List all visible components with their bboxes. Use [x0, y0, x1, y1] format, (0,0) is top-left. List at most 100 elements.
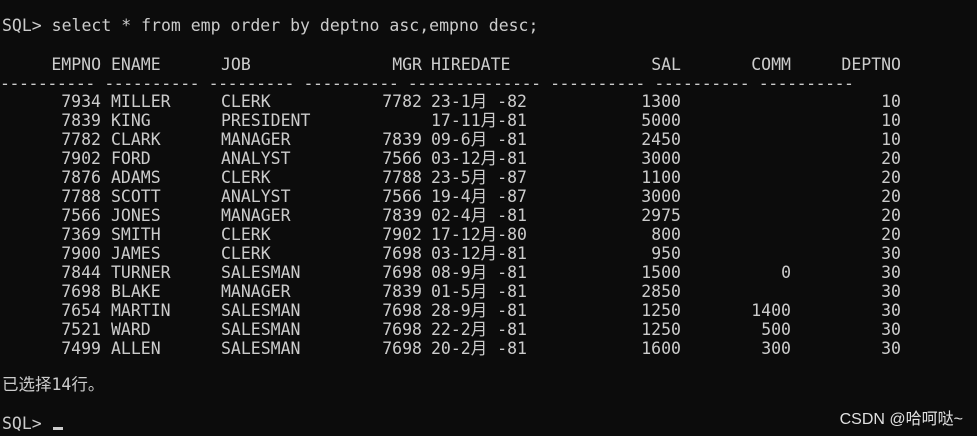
table-row: 7844 TURNER SALESMAN 7698 08-9月 -81 1500 0 30 — [0, 263, 977, 282]
table-row: 7782 CLARK MANAGER 7839 09-6月 -81 2450 10 — [0, 130, 977, 149]
cell-deptno: 20 — [881, 206, 901, 225]
header-empno: EMPNO — [51, 55, 101, 74]
cell-deptno: 20 — [881, 187, 901, 206]
cell-mgr: 7698 — [382, 301, 422, 320]
cell-comm: 500 — [761, 320, 791, 339]
cell-empno: 7698 — [61, 282, 101, 301]
cell-deptno: 30 — [881, 282, 901, 301]
cell-ename: KING — [111, 111, 151, 130]
sql-prompt[interactable]: SQL> — [2, 414, 63, 433]
header-comm: COMM — [751, 55, 791, 74]
cell-ename: MARTIN — [111, 301, 171, 320]
cell-hiredate: 01-5月 -81 — [431, 282, 527, 301]
cell-job: MANAGER — [221, 282, 291, 301]
cell-sal: 5000 — [641, 111, 681, 130]
table-row: 7788 SCOTT ANALYST 7566 19-4月 -87 3000 20 — [0, 187, 977, 206]
cell-empno: 7902 — [61, 149, 101, 168]
cell-mgr: 7788 — [382, 168, 422, 187]
cell-ename: WARD — [111, 320, 151, 339]
cell-job: CLERK — [221, 225, 271, 244]
cell-empno: 7499 — [61, 339, 101, 358]
cell-empno: 7934 — [61, 92, 101, 111]
cell-deptno: 20 — [881, 225, 901, 244]
cell-job: CLERK — [221, 92, 271, 111]
cell-job: SALESMAN — [221, 301, 301, 320]
cell-hiredate: 02-4月 -81 — [431, 206, 527, 225]
cell-sal: 1500 — [641, 263, 681, 282]
cell-sal: 2975 — [641, 206, 681, 225]
cell-job: CLERK — [221, 244, 271, 263]
cell-empno: 7369 — [61, 225, 101, 244]
table-row: 7698 BLAKE MANAGER 7839 01-5月 -81 2850 30 — [0, 282, 977, 301]
cell-ename: CLARK — [111, 130, 161, 149]
cell-deptno: 30 — [881, 263, 901, 282]
header-hiredate: HIREDATE — [431, 55, 511, 74]
cell-deptno: 20 — [881, 168, 901, 187]
cell-deptno: 10 — [881, 111, 901, 130]
table-row: 7369 SMITH CLERK 7902 17-12月-80 800 20 — [0, 225, 977, 244]
cell-comm: 300 — [761, 339, 791, 358]
header-ename: ENAME — [111, 55, 161, 74]
cell-hiredate: 17-11月-81 — [431, 111, 527, 130]
header-sal: SAL — [651, 55, 681, 74]
column-separator: ---------- ---------- --------- --------… — [0, 74, 854, 93]
cell-empno: 7844 — [61, 263, 101, 282]
cell-job: MANAGER — [221, 206, 291, 225]
command-line: SQL> select * from emp order by deptno a… — [2, 16, 539, 35]
cell-mgr: 7698 — [382, 263, 422, 282]
cell-sal: 3000 — [641, 149, 681, 168]
cell-sal: 2450 — [641, 130, 681, 149]
cell-job: SALESMAN — [221, 339, 301, 358]
cell-mgr: 7698 — [382, 320, 422, 339]
cell-ename: BLAKE — [111, 282, 161, 301]
cell-mgr: 7782 — [382, 92, 422, 111]
cell-job: CLERK — [221, 168, 271, 187]
cell-empno: 7788 — [61, 187, 101, 206]
cell-hiredate: 23-1月 -82 — [431, 92, 527, 111]
cell-hiredate: 03-12月-81 — [431, 244, 527, 263]
cell-job: SALESMAN — [221, 263, 301, 282]
cell-ename: SCOTT — [111, 187, 161, 206]
table-row: 7654 MARTIN SALESMAN 7698 28-9月 -81 1250 1400 3… — [0, 301, 977, 320]
cell-ename: MILLER — [111, 92, 171, 111]
table-row: 7902 FORD ANALYST 7566 03-12月-81 3000 20 — [0, 149, 977, 168]
cell-hiredate: 22-2月 -81 — [431, 320, 527, 339]
cell-sal: 1300 — [641, 92, 681, 111]
cell-job: MANAGER — [221, 130, 291, 149]
cell-job: ANALYST — [221, 187, 291, 206]
cell-ename: ALLEN — [111, 339, 161, 358]
cell-deptno: 30 — [881, 339, 901, 358]
cell-mgr: 7839 — [382, 206, 422, 225]
cell-ename: SMITH — [111, 225, 161, 244]
cell-mgr: 7902 — [382, 225, 422, 244]
cell-sal: 1250 — [641, 320, 681, 339]
cell-hiredate: 23-5月 -87 — [431, 168, 527, 187]
table-row: 7876 ADAMS CLERK 7788 23-5月 -87 1100 20 — [0, 168, 977, 187]
header-mgr: MGR — [392, 55, 422, 74]
cell-ename: ADAMS — [111, 168, 161, 187]
cell-hiredate: 09-6月 -81 — [431, 130, 527, 149]
cell-ename: TURNER — [111, 263, 171, 282]
cell-sal: 800 — [651, 225, 681, 244]
text-cursor — [52, 427, 63, 430]
cell-comm: 1400 — [751, 301, 791, 320]
cell-mgr: 7698 — [382, 244, 422, 263]
cell-empno: 7782 — [61, 130, 101, 149]
cell-hiredate: 20-2月 -81 — [431, 339, 527, 358]
terminal-window[interactable]: SQL> select * from emp order by deptno a… — [0, 0, 977, 436]
table-row: 7900 JAMES CLERK 7698 03-12月-81 950 30 — [0, 244, 977, 263]
cell-empno: 7839 — [61, 111, 101, 130]
cell-job: ANALYST — [221, 149, 291, 168]
cell-ename: JAMES — [111, 244, 161, 263]
table-row: 7521 WARD SALESMAN 7698 22-2月 -81 1250 500 30 — [0, 320, 977, 339]
cell-deptno: 30 — [881, 320, 901, 339]
cell-empno: 7900 — [61, 244, 101, 263]
cell-hiredate: 19-4月 -87 — [431, 187, 527, 206]
table-row: 7839 KING PRESIDENT 17-11月-81 5000 10 — [0, 111, 977, 130]
cell-sal: 3000 — [641, 187, 681, 206]
cell-hiredate: 03-12月-81 — [431, 149, 527, 168]
cell-deptno: 30 — [881, 244, 901, 263]
cell-deptno: 10 — [881, 92, 901, 111]
cell-empno: 7876 — [61, 168, 101, 187]
cell-sal: 1250 — [641, 301, 681, 320]
